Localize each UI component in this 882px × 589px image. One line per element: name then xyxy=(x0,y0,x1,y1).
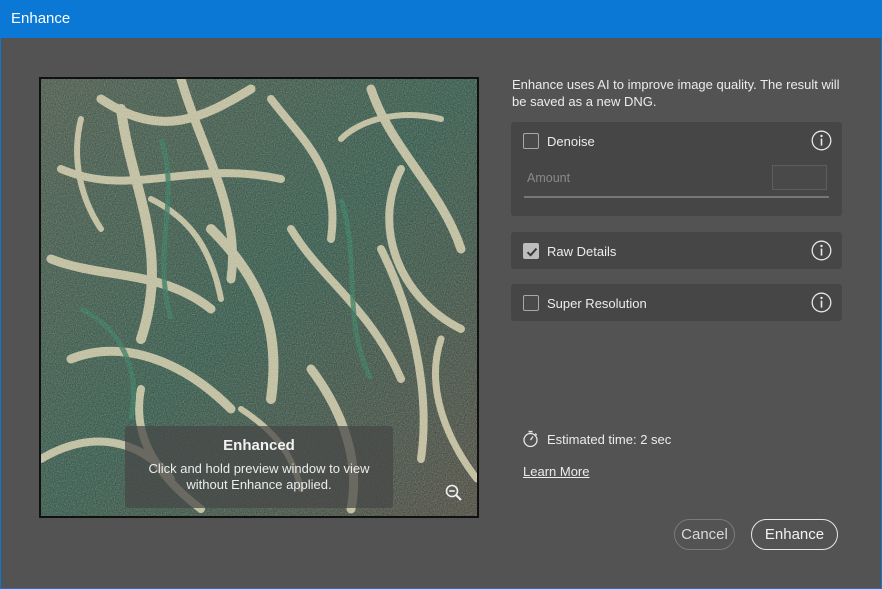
window-title-bar: Enhance xyxy=(0,0,882,38)
info-icon[interactable] xyxy=(811,130,832,151)
cancel-button[interactable]: Cancel xyxy=(674,519,735,550)
raw-details-panel: Raw Details xyxy=(511,232,842,269)
super-resolution-label: Super Resolution xyxy=(547,295,647,311)
super-resolution-checkbox[interactable] xyxy=(523,295,539,311)
raw-details-label: Raw Details xyxy=(547,243,617,259)
estimated-time-text: Estimated time: 2 sec xyxy=(547,431,672,447)
learn-more-link[interactable]: Learn More xyxy=(523,464,589,479)
enhance-description: Enhance uses AI to improve image quality… xyxy=(512,77,840,109)
overlay-title: Enhanced xyxy=(223,437,295,454)
overlay-hint: Click and hold preview window to view wi… xyxy=(148,461,370,492)
denoise-label: Denoise xyxy=(547,133,595,149)
info-icon[interactable] xyxy=(811,292,832,313)
denoise-checkbox-row[interactable]: Denoise xyxy=(523,132,595,150)
amount-input[interactable] xyxy=(772,165,827,190)
estimated-time: Estimated time: 2 sec xyxy=(522,430,671,448)
amount-label: Amount xyxy=(527,171,571,185)
checkmark-icon xyxy=(526,247,538,257)
enhance-button[interactable]: Enhance xyxy=(751,519,838,550)
stopwatch-icon xyxy=(523,430,538,448)
preview-window[interactable]: Enhanced Click and hold preview window t… xyxy=(39,77,479,518)
super-resolution-panel: Super Resolution xyxy=(511,284,842,321)
zoom-out-icon[interactable] xyxy=(444,483,464,503)
raw-details-checkbox-row[interactable]: Raw Details xyxy=(523,242,616,260)
window-title: Enhance xyxy=(11,10,71,27)
denoise-panel: Denoise Amount xyxy=(511,122,842,216)
enhanced-overlay: Enhanced Click and hold preview window t… xyxy=(125,426,393,508)
raw-details-checkbox[interactable] xyxy=(523,243,539,259)
info-icon[interactable] xyxy=(811,240,832,261)
denoise-checkbox[interactable] xyxy=(523,133,539,149)
amount-slider[interactable] xyxy=(524,196,829,198)
super-resolution-checkbox-row[interactable]: Super Resolution xyxy=(523,294,647,312)
